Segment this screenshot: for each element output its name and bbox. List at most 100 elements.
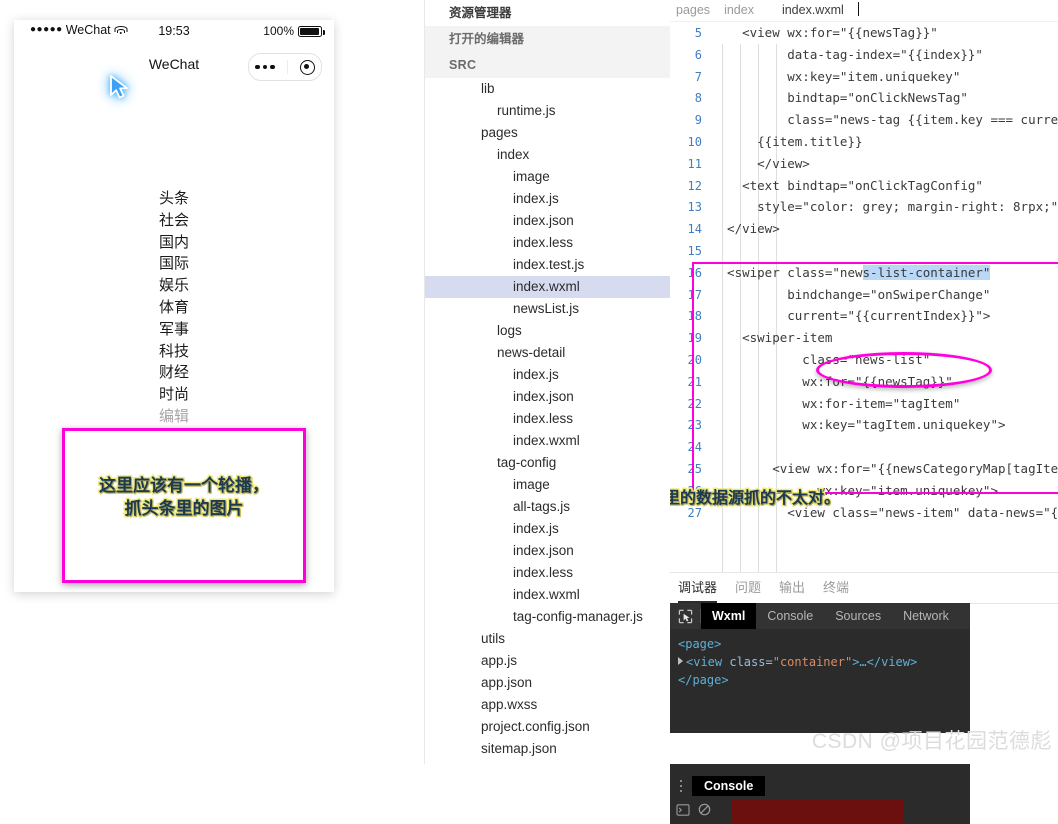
- tree-item-index-json[interactable]: index.json: [425, 540, 671, 562]
- wechat-capsule-button[interactable]: [248, 53, 322, 81]
- code-line[interactable]: 7 wx:key="item.uniquekey": [670, 66, 1058, 88]
- news-tag-item[interactable]: 体育: [14, 297, 334, 319]
- tree-item-app-json[interactable]: app.json: [425, 672, 671, 694]
- console-panel-icon[interactable]: [676, 803, 690, 821]
- news-tag-item[interactable]: 编辑: [14, 406, 334, 428]
- code-line[interactable]: 21 wx:for="{{newsTag}}": [670, 371, 1058, 393]
- tree-item-index-js[interactable]: index.js: [425, 188, 671, 210]
- code-line[interactable]: 17 bindchange="onSwiperChange": [670, 284, 1058, 306]
- devtools-tab-wxml[interactable]: Wxml: [701, 603, 757, 629]
- target-circle-icon[interactable]: [299, 59, 315, 75]
- tree-item-index-less[interactable]: index.less: [425, 408, 671, 430]
- tree-item-index[interactable]: index: [425, 144, 671, 166]
- tree-item-index-wxml[interactable]: index.wxml: [425, 430, 671, 452]
- news-tag-item[interactable]: 科技: [14, 341, 334, 363]
- tree-item-runtime-js[interactable]: runtime.js: [425, 100, 671, 122]
- more-dots-icon[interactable]: [255, 64, 275, 70]
- code-line[interactable]: 20 class="news-list": [670, 349, 1058, 371]
- code-line[interactable]: 22 wx:for-item="tagItem": [670, 393, 1058, 415]
- news-tag-item[interactable]: 头条: [14, 188, 334, 210]
- code-line[interactable]: 5 <view wx:for="{{newsTag}}": [670, 22, 1058, 44]
- tree-item-index-json[interactable]: index.json: [425, 210, 671, 232]
- tree-item-newslist-js[interactable]: newsList.js: [425, 298, 671, 320]
- code-line[interactable]: 9 class="news-tag {{item.key === current: [670, 109, 1058, 131]
- news-tag-item[interactable]: 社会: [14, 210, 334, 232]
- devtools-tab-sources[interactable]: Sources: [824, 603, 892, 629]
- code-line[interactable]: 19 <swiper-item: [670, 327, 1058, 349]
- code-line[interactable]: 18 current="{{currentIndex}}">: [670, 305, 1058, 327]
- line-number: 6: [694, 47, 702, 62]
- tree-item-label: index.wxml: [513, 433, 580, 448]
- tree-item-index-wxml[interactable]: index.wxml: [425, 276, 671, 298]
- news-tag-item[interactable]: 娱乐: [14, 275, 334, 297]
- breadcrumb-item[interactable]: index.wxml: [782, 3, 844, 17]
- tree-item-index-less[interactable]: index.less: [425, 232, 671, 254]
- tree-item-sitemap-json[interactable]: sitemap.json: [425, 738, 671, 760]
- code-line[interactable]: 10 {{item.title}}: [670, 131, 1058, 153]
- panel-tab[interactable]: 输出: [779, 573, 805, 603]
- src-section[interactable]: SRC: [425, 52, 671, 78]
- code-line[interactable]: 13 style="color: grey; margin-right: 8rp…: [670, 196, 1058, 218]
- clear-console-icon[interactable]: [698, 803, 711, 821]
- news-tag-item[interactable]: 财经: [14, 362, 334, 384]
- tree-item-image[interactable]: image: [425, 474, 671, 496]
- wxml-dom-tree[interactable]: <page> <view class="container">…</view> …: [670, 629, 970, 695]
- tree-item-index-wxml[interactable]: index.wxml: [425, 584, 671, 606]
- tree-item-lib[interactable]: lib: [425, 78, 671, 100]
- dom-line-view[interactable]: <view class="container">…</view>: [678, 653, 962, 671]
- line-number: 9: [694, 113, 702, 128]
- code-line[interactable]: 24: [670, 436, 1058, 458]
- breadcrumb-item[interactable]: index: [724, 3, 754, 17]
- code-text: </view>: [712, 221, 780, 237]
- code-line[interactable]: 15: [670, 240, 1058, 262]
- code-line[interactable]: 11 </view>: [670, 153, 1058, 175]
- tree-item-index-less[interactable]: index.less: [425, 562, 671, 584]
- tree-item-index-js[interactable]: index.js: [425, 518, 671, 540]
- tree-item-pages[interactable]: pages: [425, 122, 671, 144]
- tree-item-app-js[interactable]: app.js: [425, 650, 671, 672]
- tree-item-project-config-json[interactable]: project.config.json: [425, 716, 671, 738]
- capsule-divider: [286, 60, 288, 74]
- tree-item-news-detail[interactable]: news-detail: [425, 342, 671, 364]
- breadcrumb-item[interactable]: pages: [676, 3, 710, 17]
- news-tag-item[interactable]: 军事: [14, 319, 334, 341]
- console-tab[interactable]: Console: [692, 776, 766, 796]
- tree-item-index-js[interactable]: index.js: [425, 364, 671, 386]
- expand-triangle-icon[interactable]: [678, 657, 683, 665]
- breadcrumb[interactable]: pages index index.wxml: [670, 0, 1058, 22]
- code-text: <swiper-item: [712, 330, 833, 346]
- code-line[interactable]: 23 wx:key="tagItem.uniquekey">: [670, 414, 1058, 436]
- panel-tab[interactable]: 问题: [735, 573, 761, 603]
- tree-item-tag-config[interactable]: tag-config: [425, 452, 671, 474]
- more-options-icon[interactable]: [670, 779, 692, 793]
- devtools-tab-network[interactable]: Network: [892, 603, 960, 629]
- code-area[interactable]: 5 <view wx:for="{{newsTag}}" 6 data-tag-i…: [670, 22, 1058, 573]
- open-editors-section[interactable]: 打开的编辑器: [425, 26, 671, 52]
- news-tag-item[interactable]: 国内: [14, 232, 334, 254]
- devtools-tab-console[interactable]: Console: [756, 603, 824, 629]
- tree-item-utils[interactable]: utils: [425, 628, 671, 650]
- tree-item-tag-config-manager-js[interactable]: tag-config-manager.js: [425, 606, 671, 628]
- news-tag-item[interactable]: 时尚: [14, 384, 334, 406]
- code-annotation-text: 这里的数据源抓的不太对。: [670, 487, 842, 509]
- tree-item-label: index.json: [513, 543, 574, 558]
- tree-item-index-test-js[interactable]: index.test.js: [425, 254, 671, 276]
- tree-item-index-json[interactable]: index.json: [425, 386, 671, 408]
- panel-tab[interactable]: 调试器: [678, 573, 718, 603]
- tree-item-logs[interactable]: logs: [425, 320, 671, 342]
- code-line[interactable]: 14 </view>: [670, 218, 1058, 240]
- line-number: 12: [687, 178, 702, 193]
- code-line[interactable]: 12 <text bindtap="onClickTagConfig": [670, 175, 1058, 197]
- code-selection: s-list-container": [862, 264, 991, 280]
- tree-item-all-tags-js[interactable]: all-tags.js: [425, 496, 671, 518]
- tree-item-label: index.wxml: [513, 279, 580, 294]
- code-line[interactable]: 25 <view wx:for="{{newsCategoryMap[tagIt…: [670, 458, 1058, 480]
- code-line[interactable]: 6 data-tag-index="{{index}}": [670, 44, 1058, 66]
- tree-item-image[interactable]: image: [425, 166, 671, 188]
- inspect-element-icon[interactable]: [670, 603, 700, 629]
- tree-item-app-wxss[interactable]: app.wxss: [425, 694, 671, 716]
- panel-tab[interactable]: 终端: [823, 573, 849, 603]
- code-line[interactable]: 8 bindtap="onClickNewsTag": [670, 87, 1058, 109]
- code-line[interactable]: 16 <swiper class="news-list-container": [670, 262, 1058, 284]
- news-tag-item[interactable]: 国际: [14, 253, 334, 275]
